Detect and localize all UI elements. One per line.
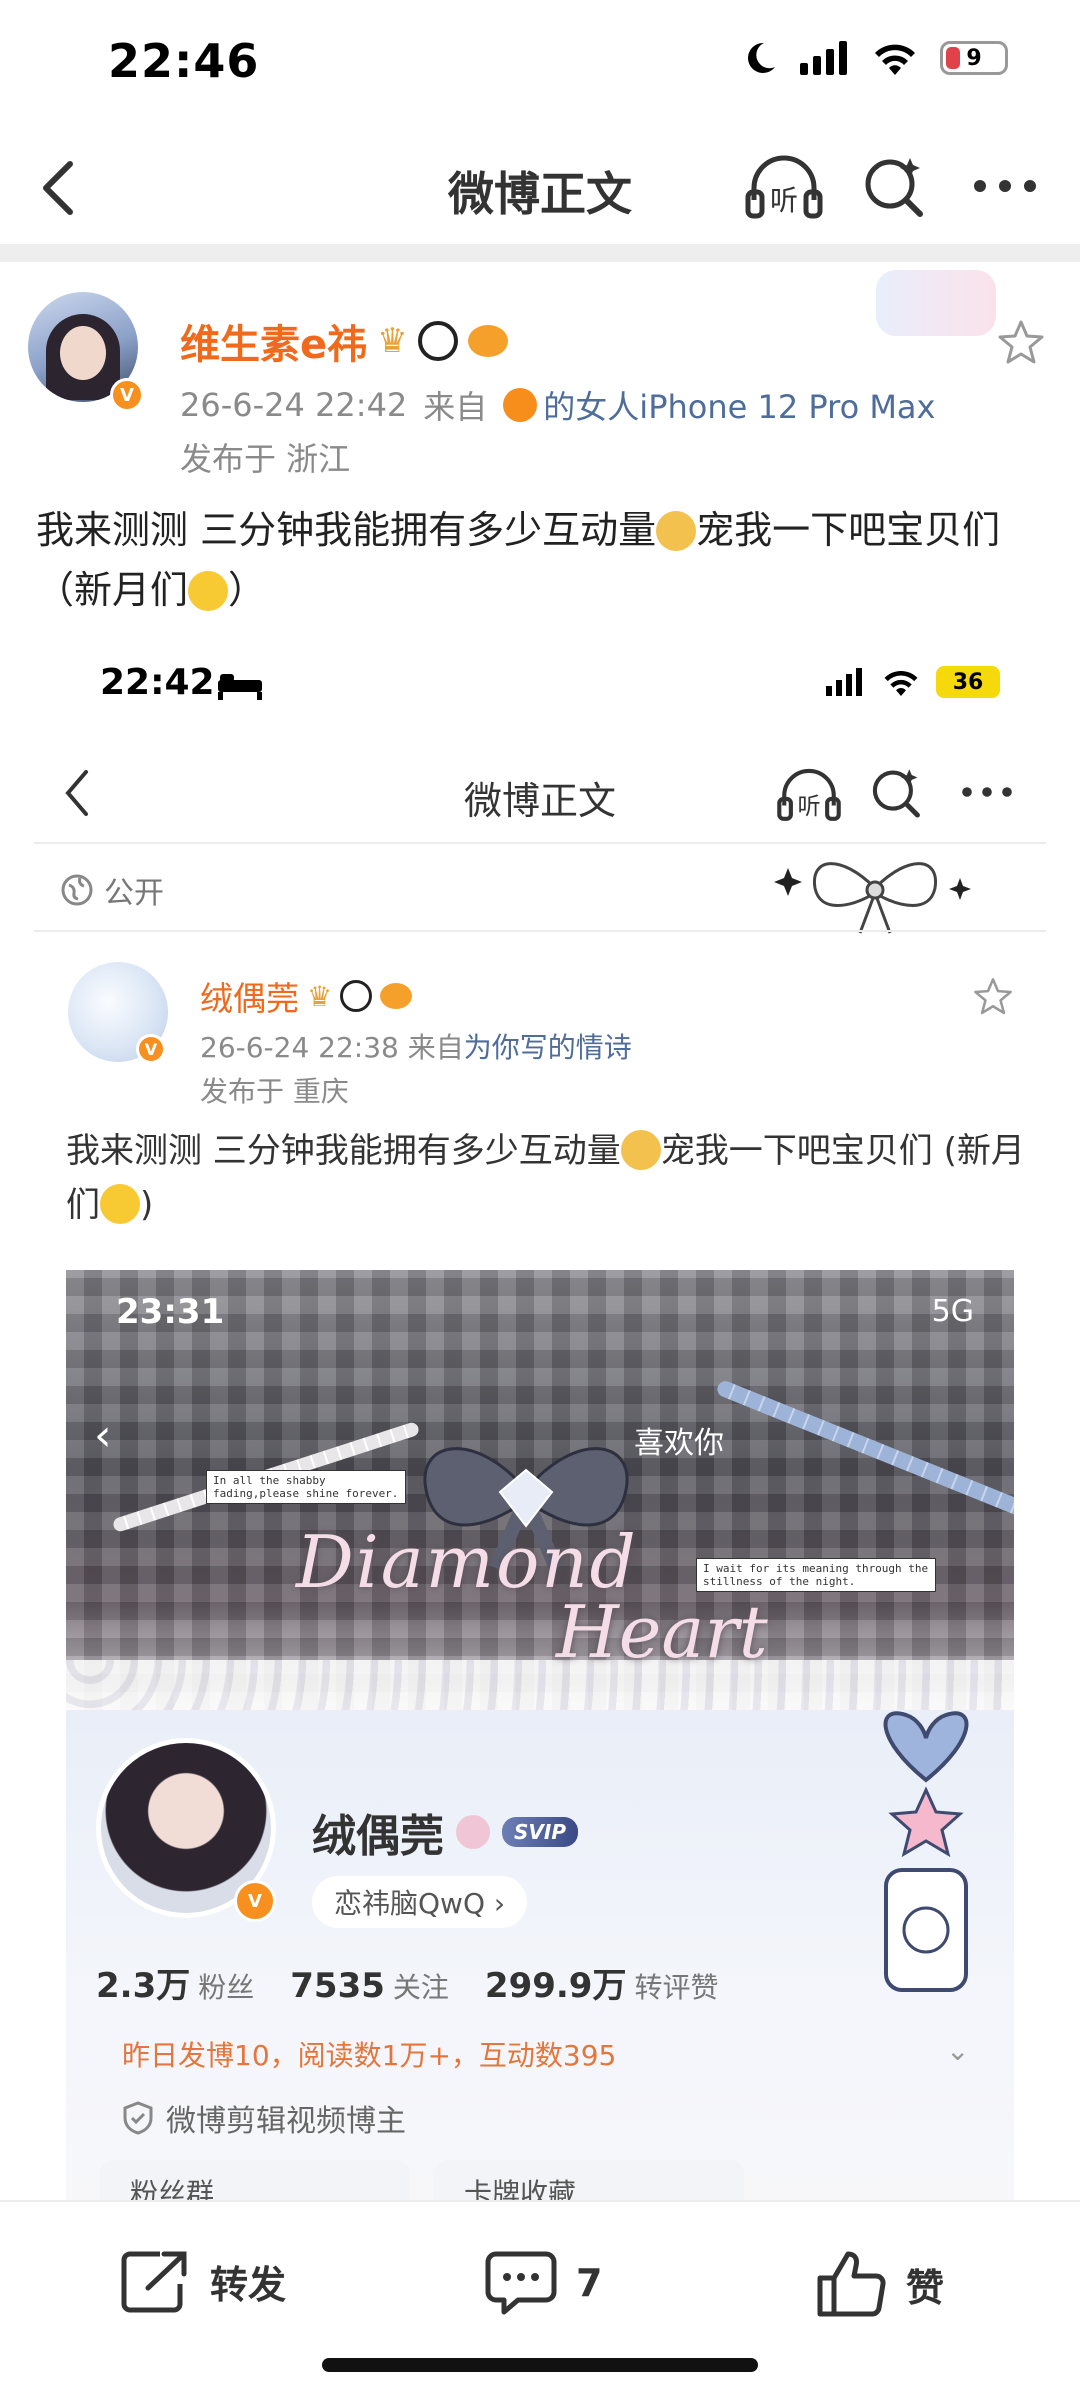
banner-title: Heart [556, 1590, 768, 1674]
search-icon[interactable] [862, 154, 928, 220]
svip-badge: SVIP [502, 1817, 578, 1847]
party-emoji-icon [100, 1184, 140, 1224]
status-time: 22:46 [108, 34, 260, 88]
svg-text:听: 听 [770, 184, 798, 217]
repost-button[interactable]: 转发 [120, 2248, 286, 2314]
profile-tag: 恋祎脑QwQ › [312, 1876, 528, 1928]
stat-followers: 2.3万 粉丝 [96, 1966, 255, 2006]
divider [34, 930, 1046, 932]
stat-following: 7535 关注 [290, 1966, 449, 2006]
decoration-sticker [876, 270, 996, 336]
back-icon: ‹ [94, 1410, 112, 1461]
home-indicator[interactable] [322, 2358, 758, 2372]
member-icon [456, 1815, 490, 1849]
party-emoji-icon [188, 571, 229, 611]
comment-button[interactable]: 7 [484, 2248, 602, 2318]
embedded-profile-image: 23:31 5G ‹ 喜欢你 In all the shabby fading,… [66, 1270, 1014, 2200]
moon-icon [748, 42, 775, 73]
post-meta: 26-6-24 22:42 来自 的女人iPhone 12 Pro Max [180, 382, 935, 428]
headphones-icon: 听 [777, 768, 841, 821]
crown-icon: ♛ [377, 321, 408, 361]
heart-charm-icon [883, 1711, 969, 1992]
author-name[interactable]: 维生素e祎 ♛ [180, 312, 508, 370]
card-collection-card: 卡牌收藏 [434, 2160, 744, 2200]
search-icon [872, 769, 920, 818]
doge-emoji-icon [620, 1130, 661, 1170]
svg-text:听: 听 [797, 794, 820, 820]
profile-certification: 微博剪辑视频博主 [122, 2096, 406, 2140]
panda-icon [417, 321, 458, 361]
embedded-post-location: 发布于 重庆 [200, 1075, 349, 1108]
favorite-star-icon [974, 978, 1012, 1015]
orange-icon [503, 388, 538, 422]
visibility-indicator: 公开 [60, 868, 164, 912]
post-location: 发布于 浙江 [180, 440, 351, 478]
verified-badge-icon: V [234, 1880, 276, 1922]
bed-icon [218, 674, 262, 700]
panda-icon [340, 980, 373, 1012]
inner-status-time: 23:31 [116, 1292, 225, 1332]
profile-stats: 2.3万 粉丝 7535 关注 299.9万 转评赞 [96, 1958, 718, 2007]
battery-indicator: 36 [936, 666, 1000, 698]
embedded-status-time: 22:42 [100, 662, 215, 703]
banner-note: I wait for its meaning through the still… [696, 1558, 936, 1592]
chevron-down-icon: ⌄ [946, 2034, 970, 2067]
verified-badge-icon: V [110, 378, 144, 412]
thumbs-up-icon [817, 2251, 886, 2317]
cellular-signal-icon [800, 41, 847, 75]
profile-cards: 粉丝群 卡牌收藏 [100, 2160, 744, 2200]
banner-note: In all the shabby fading,please shine fo… [206, 1470, 406, 1504]
stat-engagement: 299.9万 转评赞 [484, 1966, 719, 2006]
crown-icon: ♛ [307, 979, 333, 1013]
headphones-icon: 听 [745, 155, 823, 219]
section-divider [0, 244, 1080, 262]
bow-sticker-icon [774, 862, 971, 934]
like-button[interactable]: 赞 [816, 2248, 944, 2320]
embedded-post-meta: 26-6-24 22:38 来自为你写的情诗 [200, 1031, 632, 1064]
globe-icon [61, 874, 93, 906]
doge-emoji-icon [656, 511, 697, 551]
more-icon [962, 787, 1012, 797]
comment-icon [485, 2251, 557, 2315]
share-icon [121, 2251, 187, 2313]
inner-signal: 5G [931, 1294, 974, 1329]
fan-group-card: 粉丝群 [100, 2160, 410, 2200]
post-text: 我来测测 三分钟我能拥有多少互动量 宠我一下吧宝贝们 （新月们） [36, 508, 1001, 612]
wifi-icon [884, 670, 918, 696]
embedded-author-name: 绒偶莞 ♛ [200, 972, 413, 1020]
profile-name: 绒偶莞 SVIP [312, 1800, 578, 1864]
lace-trim-decoration [66, 1660, 1014, 1710]
goldfish-icon [467, 325, 508, 357]
status-icons: 9 [742, 40, 1008, 76]
divider [34, 842, 1046, 844]
embedded-post-text: 我来测测 三分钟我能拥有多少互动量 宠我一下吧宝贝们 (新月们) [66, 1130, 1025, 1225]
cellular-signal-icon [826, 668, 862, 696]
verified-badge-icon: V [136, 1034, 166, 1064]
battery-indicator: 9 [940, 41, 1008, 75]
wifi-icon [875, 44, 915, 75]
post-source-link[interactable]: 的女人iPhone 12 Pro Max [543, 382, 935, 428]
goldfish-icon [380, 983, 413, 1009]
more-icon[interactable] [972, 176, 1038, 196]
embedded-status-icons: 36 [826, 666, 1000, 698]
favorite-star-icon[interactable] [996, 318, 1046, 368]
listen-button[interactable]: 听 [744, 150, 824, 222]
profile-activity: 昨日发博10，阅读数1万+，互动数395 [122, 2039, 617, 2072]
shield-icon [123, 2101, 153, 2135]
